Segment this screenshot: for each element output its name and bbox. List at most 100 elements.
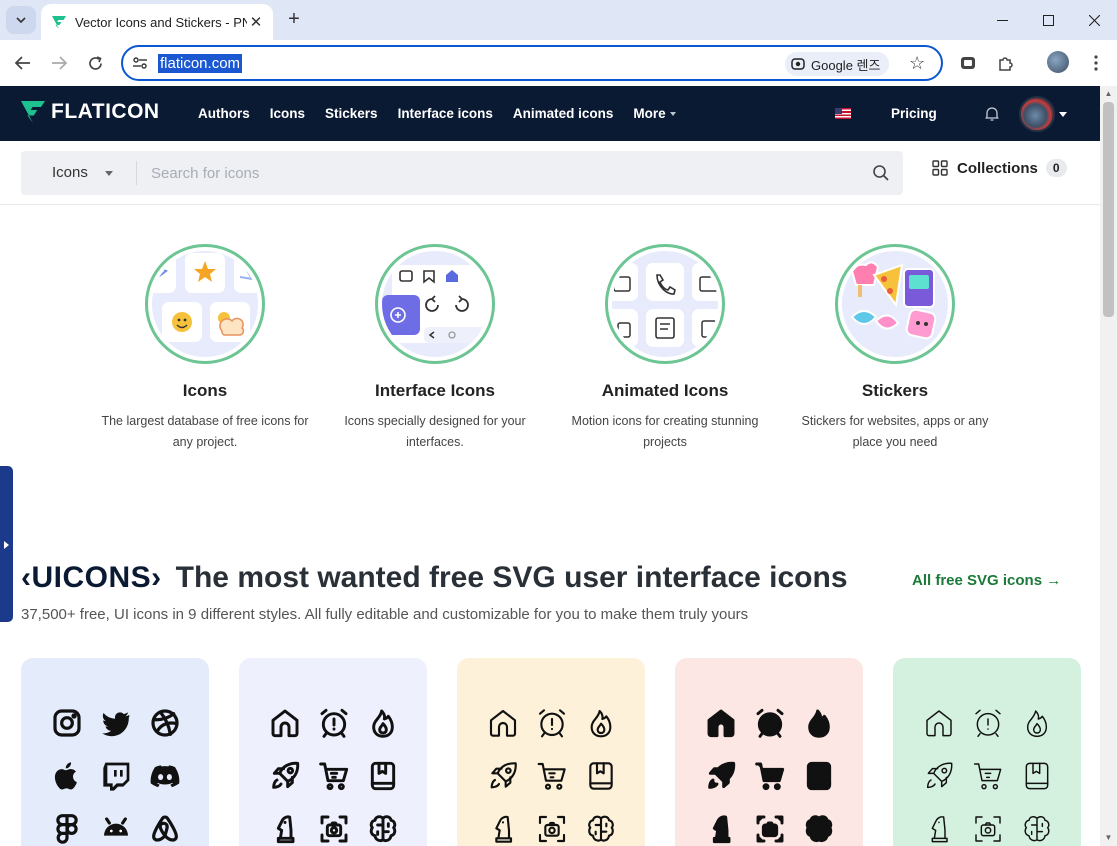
page-viewport: FLATICON Authors Icons Stickers Interfac…: [0, 86, 1100, 846]
uicons-style-card[interactable]: [893, 658, 1081, 846]
search-type-select[interactable]: Icons: [52, 164, 88, 181]
camera-icon: [753, 812, 787, 846]
book-icon: [1020, 759, 1054, 793]
extension-app-icon: [961, 57, 975, 69]
user-avatar[interactable]: [1019, 96, 1055, 132]
nav-animated-icons[interactable]: Animated icons: [513, 106, 614, 121]
twitch-icon: [99, 759, 133, 793]
caret-down-icon[interactable]: [105, 171, 113, 176]
category-interface-icons-image[interactable]: [375, 244, 495, 364]
category-title[interactable]: Animated Icons: [555, 381, 775, 401]
category-stickers[interactable]: Stickers Stickers for websites, apps or …: [785, 244, 1005, 453]
forward-button[interactable]: [46, 50, 72, 76]
animated-collage-icon: [612, 263, 718, 347]
icons-collage-icon: [152, 253, 258, 342]
maximize-button[interactable]: [1025, 0, 1071, 40]
collections-button[interactable]: Collections 0: [932, 159, 1067, 177]
search-icon[interactable]: [872, 164, 890, 182]
category-animated-icons-image[interactable]: [605, 244, 725, 364]
scroll-thumb[interactable]: [1103, 102, 1114, 317]
collections-count-badge: 0: [1045, 159, 1067, 177]
google-lens-button[interactable]: Google 렌즈: [785, 52, 890, 76]
alarm-icon: [753, 706, 787, 740]
address-bar[interactable]: flaticon.com Google 렌즈 ☆: [121, 45, 943, 81]
category-interface-icons[interactable]: Interface Icons Icons specially designed…: [325, 244, 545, 453]
nav-authors[interactable]: Authors: [198, 106, 250, 121]
uicons-style-card[interactable]: [457, 658, 645, 846]
nav-more-dropdown[interactable]: More: [633, 106, 675, 121]
rocket-icon: [704, 759, 738, 793]
search-input[interactable]: [149, 157, 849, 189]
home-icon: [268, 706, 302, 740]
us-flag-icon[interactable]: [835, 108, 851, 119]
dribbble-icon: [148, 706, 182, 740]
category-stickers-image[interactable]: [835, 244, 955, 364]
browser-menu-button[interactable]: [1085, 52, 1107, 74]
instagram-icon: [50, 706, 84, 740]
android-icon: [99, 812, 133, 846]
url-text[interactable]: flaticon.com: [158, 54, 243, 73]
category-title[interactable]: Icons: [95, 381, 315, 401]
category-title[interactable]: Stickers: [785, 381, 1005, 401]
minimize-button[interactable]: [979, 0, 1025, 40]
discord-icon: [148, 759, 182, 793]
side-panel-toggle[interactable]: [0, 466, 13, 622]
pricing-link[interactable]: Pricing: [891, 106, 937, 121]
interface-collage-icon: [382, 265, 488, 343]
fire-icon: [584, 706, 618, 740]
brain-icon: [366, 812, 400, 846]
bookmark-star-icon[interactable]: ☆: [909, 54, 925, 72]
extension-button[interactable]: [957, 52, 979, 74]
home-icon: [704, 706, 738, 740]
fire-icon: [1020, 706, 1054, 740]
brain-icon: [584, 812, 618, 846]
uicons-style-card[interactable]: [239, 658, 427, 846]
caret-down-icon[interactable]: [1059, 112, 1067, 117]
brain-icon: [1020, 812, 1054, 846]
grid-icon: [932, 160, 948, 176]
nav-stickers[interactable]: Stickers: [325, 106, 378, 121]
alarm-icon: [535, 706, 569, 740]
nav-interface-icons[interactable]: Interface icons: [398, 106, 493, 121]
category-description: Motion icons for creating stunning proje…: [571, 414, 759, 449]
tab-search-button[interactable]: [6, 6, 36, 34]
scroll-up-arrow[interactable]: ▲: [1104, 90, 1113, 98]
tab-close-icon[interactable]: ✕: [247, 13, 265, 31]
vertical-scrollbar[interactable]: ▲ ▼: [1100, 86, 1117, 846]
site-info-icon[interactable]: [132, 55, 148, 71]
scroll-down-arrow[interactable]: ▼: [1104, 834, 1113, 842]
uicons-style-card[interactable]: [21, 658, 209, 846]
reload-icon: [88, 55, 102, 70]
close-icon: [1088, 14, 1100, 26]
all-free-svg-icons-link[interactable]: All free SVG icons →: [912, 572, 1061, 589]
uicons-title: The most wanted free SVG user interface …: [175, 561, 848, 594]
uicons-logo[interactable]: ‹UICONS›: [21, 561, 162, 595]
extensions-menu-button[interactable]: [994, 52, 1016, 74]
browser-profile-avatar[interactable]: [1047, 51, 1069, 73]
browser-tab-active[interactable]: Vector Icons and Stickers - PNG ✕: [41, 4, 273, 40]
category-description: Stickers for websites, apps or any place…: [801, 414, 989, 449]
search-row: Icons Collections 0: [0, 141, 1100, 205]
bell-icon[interactable]: [984, 106, 1000, 122]
icon-grid: [922, 706, 1052, 846]
new-tab-button[interactable]: +: [283, 8, 305, 30]
category-animated-icons[interactable]: Animated Icons Motion icons for creating…: [555, 244, 775, 453]
book-icon: [802, 759, 836, 793]
category-icons-image[interactable]: [145, 244, 265, 364]
chess-icon: [486, 812, 520, 846]
minimize-icon: [996, 19, 1008, 21]
flaticon-logo[interactable]: FLATICON: [21, 100, 160, 124]
category-icons[interactable]: Icons The largest database of free icons…: [95, 244, 315, 453]
uicons-style-cards: [21, 658, 1100, 846]
rocket-icon: [268, 759, 302, 793]
alarm-icon: [317, 706, 351, 740]
flaticon-favicon-icon: [52, 16, 66, 29]
icon-grid: [704, 706, 834, 846]
category-title[interactable]: Interface Icons: [325, 381, 545, 401]
back-button[interactable]: [10, 50, 36, 76]
nav-icons[interactable]: Icons: [270, 106, 305, 121]
reload-button[interactable]: [82, 50, 108, 76]
close-window-button[interactable]: [1071, 0, 1117, 40]
uicons-style-card[interactable]: [675, 658, 863, 846]
home-icon: [486, 706, 520, 740]
